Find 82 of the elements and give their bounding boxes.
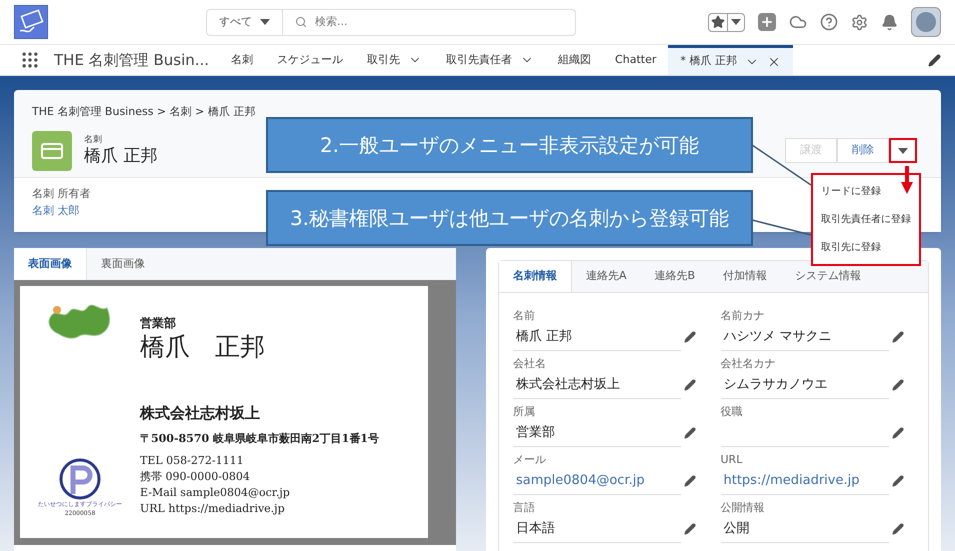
nav-tab[interactable]: * 橋爪 正邦 <box>668 45 793 75</box>
field-label: 言語 <box>513 501 536 515</box>
field-value: 営業部 <box>513 419 681 447</box>
avatar[interactable] <box>911 7 941 37</box>
detail-tab[interactable]: 付加情報 <box>709 261 782 292</box>
pencil-icon[interactable] <box>684 523 696 535</box>
field-value: https://mediadrive.jp <box>720 467 888 495</box>
field-label: メール <box>513 453 547 467</box>
detail-tab[interactable]: システム情報 <box>781 261 876 292</box>
field-value: ハシツメ マサクニ <box>720 323 888 351</box>
caret-icon <box>260 19 270 25</box>
card-contact-line: E-Mail sample0804@ocr.jp <box>140 485 291 501</box>
card-address: 〒500-8570 岐阜県岐阜市薮田南2丁目1番1号 <box>140 430 379 446</box>
image-tab[interactable]: 表面画像 <box>14 248 87 280</box>
menu-item[interactable]: リードに登録 <box>813 184 919 200</box>
pencil-icon[interactable] <box>684 379 696 391</box>
pencil-icon[interactable] <box>892 427 904 439</box>
scope-dropdown[interactable]: すべて <box>206 8 283 36</box>
edit-nav-icon[interactable] <box>928 54 941 66</box>
action-button[interactable]: 削除 <box>837 138 889 163</box>
card-department: 営業部 <box>140 315 177 332</box>
owner-link[interactable]: 名刺 太郎 <box>32 202 80 219</box>
search-box[interactable]: 検索... <box>283 8 576 36</box>
menu-item[interactable]: 取引先に登録 <box>813 240 919 255</box>
object-label: 名刺 <box>84 134 103 144</box>
field-label: 会社名 <box>513 357 547 371</box>
pencil-icon[interactable] <box>684 331 696 343</box>
field-value: 公開 <box>720 515 888 543</box>
menu-item[interactable]: 取引先責任者に登録 <box>813 212 919 227</box>
nav-tab[interactable]: 取引先責任者 <box>434 45 546 75</box>
field-label: 名前 <box>513 309 536 323</box>
cloud-icon[interactable] <box>789 13 807 31</box>
help-icon[interactable] <box>820 13 838 31</box>
field-label: 会社名カナ <box>720 357 776 371</box>
record-title: 橋爪 正邦 <box>84 144 158 166</box>
detail-tab[interactable]: 連絡先B <box>640 261 710 292</box>
card-company: 株式会社志村坂上 <box>140 403 261 424</box>
card-contact-line: TEL 058-272-1111 <box>140 453 245 469</box>
star-icon <box>711 15 725 29</box>
field-label: 所属 <box>513 405 536 419</box>
nav-tab[interactable]: Chatter <box>603 45 668 75</box>
app-launcher-icon[interactable] <box>20 50 40 70</box>
pencil-icon[interactable] <box>684 427 696 439</box>
pencil-icon[interactable] <box>684 475 696 487</box>
callout: 2.一般ユーザのメニュー非表示設定が可能 <box>266 117 753 173</box>
business-card-icon <box>32 130 72 170</box>
field-value: 日本語 <box>513 515 681 543</box>
field-label: URL <box>720 453 744 467</box>
image-tab[interactable]: 裏面画像 <box>87 248 159 280</box>
nav-tab[interactable]: スケジュール <box>265 45 356 75</box>
app-name: THE 名刺管理 Busin... <box>54 50 210 71</box>
pencil-icon[interactable] <box>892 523 904 535</box>
pencil-icon[interactable] <box>892 475 904 487</box>
more-actions-button[interactable] <box>889 138 917 163</box>
field-value: 株式会社志村坂上 <box>513 371 681 399</box>
plus-icon[interactable] <box>758 13 776 31</box>
nav-tab[interactable]: 取引先 <box>355 45 434 75</box>
field-value: 橋爪 正邦 <box>513 323 681 351</box>
bell-icon[interactable] <box>881 14 898 30</box>
callout: 3.秘書権限ユーザは他ユーザの名刺から登録可能 <box>266 190 753 246</box>
pencil-icon[interactable] <box>892 379 904 391</box>
pencil-icon[interactable] <box>892 331 904 343</box>
settings-icon[interactable] <box>851 14 868 30</box>
card-name: 橋爪 正邦 <box>140 332 266 362</box>
owner-label: 名刺 所有者 <box>32 186 90 202</box>
hand-card-logo <box>14 5 48 39</box>
caret-icon <box>898 148 908 154</box>
field-label: 公開情報 <box>720 501 766 515</box>
nav-tab[interactable]: 名刺 <box>219 45 266 75</box>
search-icon <box>295 16 307 28</box>
search-field[interactable]: 検索... <box>315 14 575 30</box>
caret-icon <box>731 19 741 25</box>
nav-tab[interactable]: 組織図 <box>546 45 604 75</box>
card-contact-line: URL https://mediadrive.jp <box>140 501 286 517</box>
field-label: 名前カナ <box>720 309 766 323</box>
detail-tab[interactable]: 名刺情報 <box>499 261 572 292</box>
detail-tab[interactable]: 連絡先A <box>572 261 641 292</box>
field-value: sample0804@ocr.jp <box>513 467 681 495</box>
favorites-button[interactable] <box>708 12 745 32</box>
field-label: 役職 <box>720 405 744 419</box>
card-contact-line: 携帯 090-0000-0804 <box>140 469 251 485</box>
field-value: シムラサカノウエ <box>720 371 888 399</box>
